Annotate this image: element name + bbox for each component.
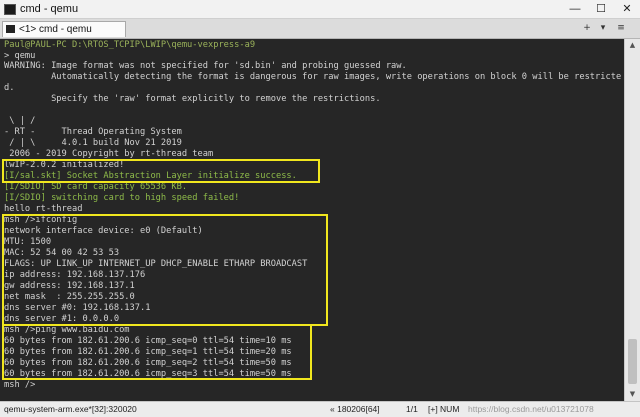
scroll-down-arrow-icon[interactable]: ▼ [625,388,640,400]
title-bar[interactable]: cmd - qemu — ☐ ✕ [0,0,640,19]
highlight-box-ifconfig [2,214,328,326]
tab-bar: <1> cmd - qemu + ▾ ≡ [0,19,640,39]
terminal-line: Automatically detecting the format is da… [4,72,622,82]
tab-label: <1> cmd - qemu [19,24,92,35]
new-tab-button[interactable]: + [580,22,594,35]
terminal-line: [I/SDIO] switching card to high speed fa… [4,193,240,203]
vertical-scrollbar[interactable]: ▲ ▼ [624,39,640,401]
watermark-text: https://blog.csdn.net/u013721078 [468,404,594,414]
highlight-box-ping [2,324,312,380]
terminal-line: WARNING: Image format was not specified … [4,61,407,71]
tab-dropdown-button[interactable]: ▾ [596,22,610,35]
minimize-button[interactable]: — [562,0,588,18]
highlight-box-lwip [2,159,320,183]
maximize-button[interactable]: ☐ [588,0,614,18]
terminal-line: \ | / [4,116,36,126]
terminal-prompt-line: msh /> [4,380,36,390]
status-bar: qemu-system-arm.exe*[32]:320020 « 180206… [0,401,640,417]
terminal-line: / | \ 4.0.1 build Nov 21 2019 [4,138,182,148]
tab-cmd-qemu[interactable]: <1> cmd - qemu [2,21,126,37]
status-encoding: « 180206[64] [330,404,380,414]
terminal-line: Specify the 'raw' format explicitly to r… [4,94,381,104]
terminal-line: - RT - Thread Operating System [4,127,182,137]
menu-button[interactable]: ≡ [614,22,628,35]
terminal-line: [I/SDIO] SD card capacity 65536 KB. [4,182,188,192]
console-app-icon [4,4,16,15]
console-icon [6,25,15,33]
window-title: cmd - qemu [20,3,79,15]
status-mode: [+] NUM [428,404,460,414]
scroll-thumb[interactable] [628,339,637,384]
console-window: cmd - qemu — ☐ ✕ <1> cmd - qemu + ▾ ≡ Pa… [0,0,640,417]
terminal-line: d. [4,83,15,93]
status-process: qemu-system-arm.exe*[32]:320020 [4,404,137,414]
terminal-output[interactable]: Paul@PAUL-PC D:\RTOS_TCPIP\LWIP\qemu-vex… [0,39,624,401]
scroll-up-arrow-icon[interactable]: ▲ [625,39,640,51]
close-button[interactable]: ✕ [614,0,640,18]
path-prompt: Paul@PAUL-PC D:\RTOS_TCPIP\LWIP\qemu-vex… [4,40,256,50]
status-position: 1/1 [406,404,418,414]
